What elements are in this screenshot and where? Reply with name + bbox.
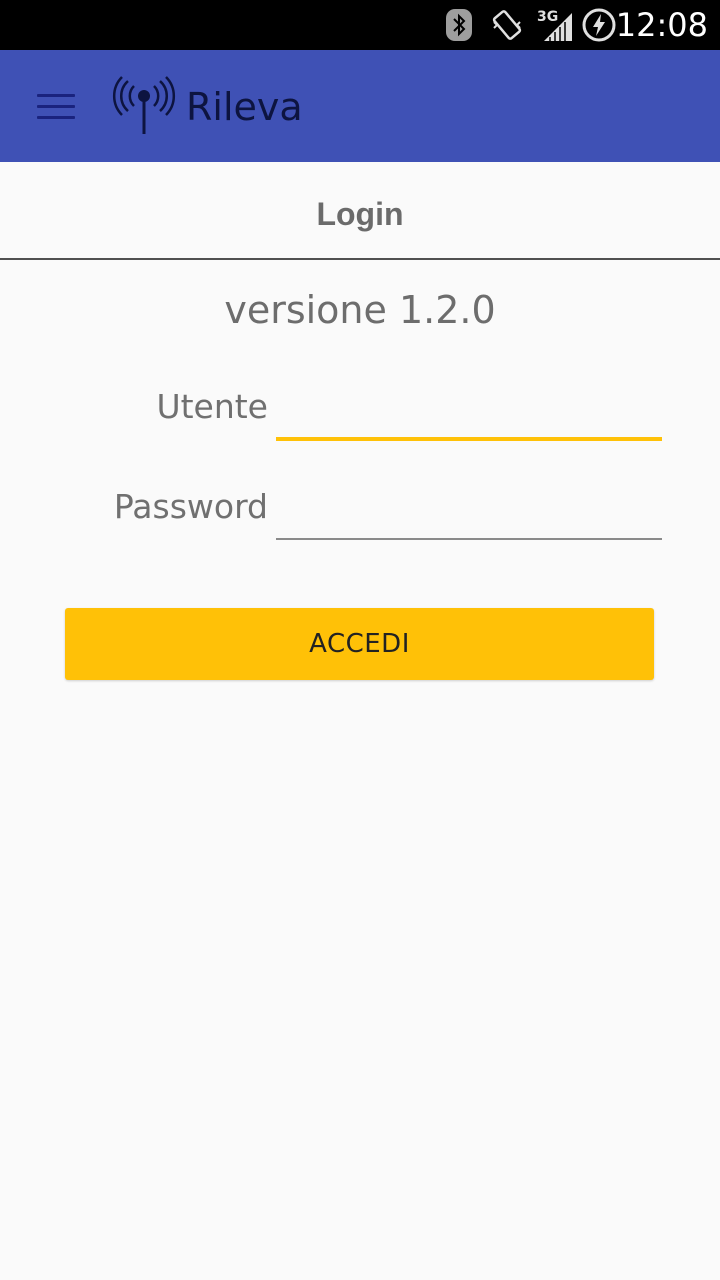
password-input[interactable]: [276, 478, 662, 538]
signal-3g-icon: 3G: [537, 9, 572, 41]
status-bar: 3G 12:08: [0, 0, 720, 50]
clock: 12:08: [615, 6, 708, 44]
battery-charging-icon: [582, 8, 616, 42]
antenna-broadcast-icon: [112, 76, 176, 134]
menu-button[interactable]: [20, 74, 92, 138]
username-input[interactable]: [276, 378, 662, 438]
svg-text:3G: 3G: [537, 9, 558, 25]
bluetooth-icon: [446, 9, 472, 41]
username-label: Utente: [156, 387, 268, 426]
login-button[interactable]: ACCEDI: [65, 608, 654, 680]
password-underline: [276, 538, 662, 540]
vibrate-icon: [492, 10, 522, 40]
title-divider: [0, 258, 720, 260]
app-bar: Rileva: [0, 50, 720, 162]
password-label: Password: [113, 487, 268, 526]
app-title: Rileva: [186, 85, 303, 129]
version-label: versione 1.2.0: [224, 288, 496, 332]
page-title: Login: [316, 196, 404, 232]
username-underline: [276, 437, 662, 441]
